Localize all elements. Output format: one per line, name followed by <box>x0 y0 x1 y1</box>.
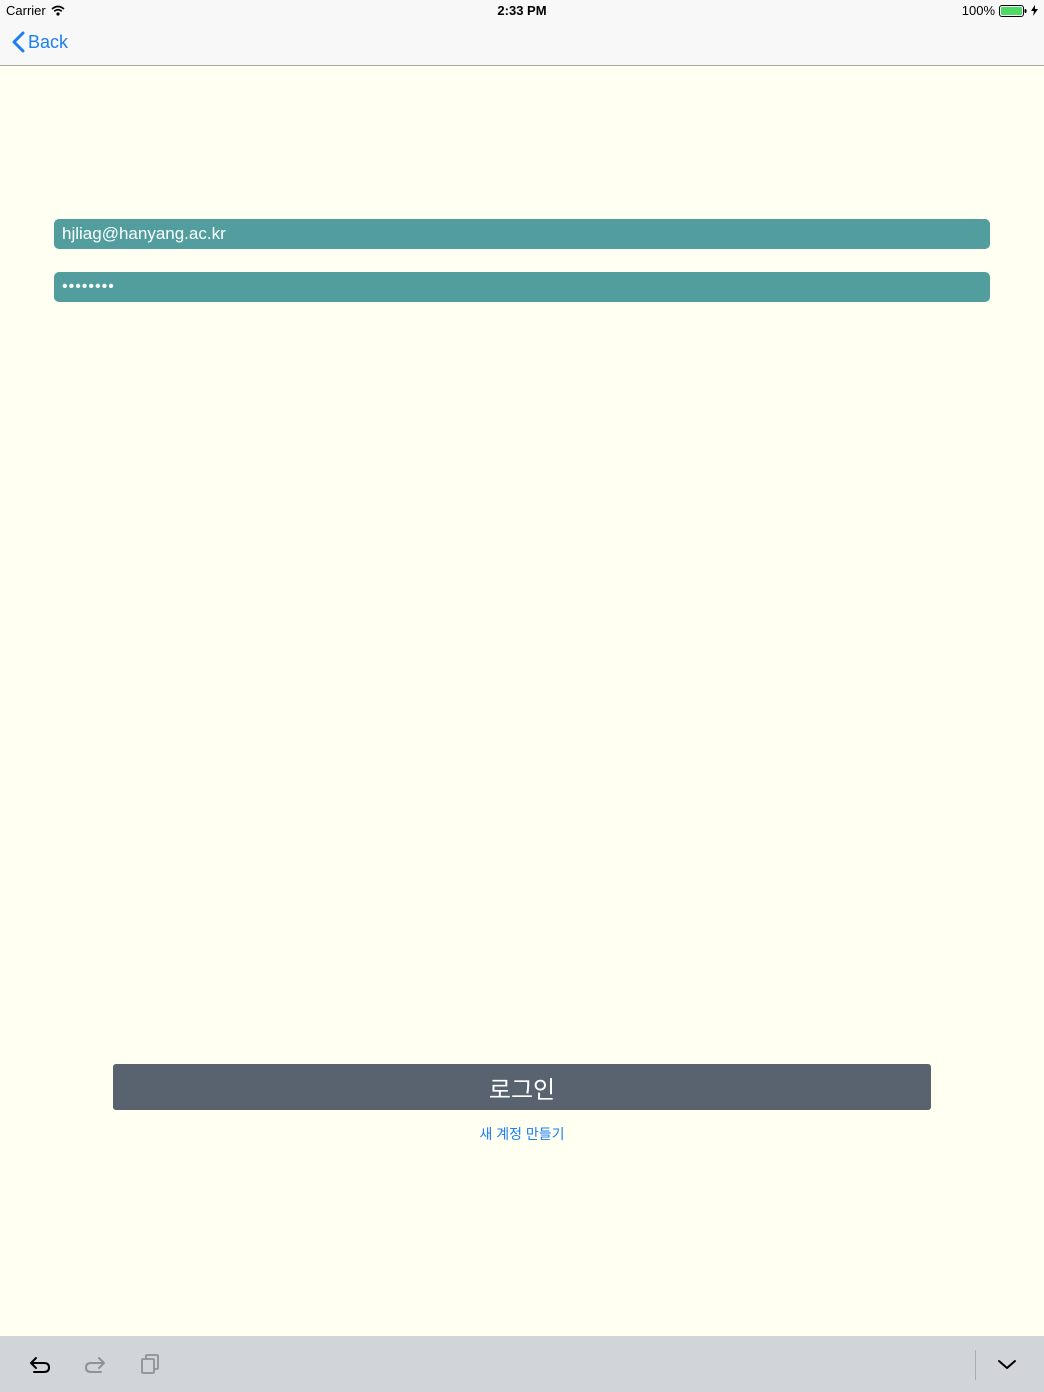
chevron-left-icon <box>12 31 25 53</box>
keyboard-toolbar <box>0 1336 1044 1392</box>
battery-icon <box>999 4 1027 17</box>
status-bar: Carrier 2:33 PM 100% <box>0 0 1044 22</box>
status-time: 2:33 PM <box>497 3 547 18</box>
login-label: 로그인 <box>488 1076 556 1104</box>
charging-bolt-icon <box>1031 5 1038 16</box>
password-field[interactable]: •••••••• <box>54 272 990 302</box>
redo-icon[interactable] <box>83 1352 107 1376</box>
create-account-label: 새 계정 만들기 <box>479 1126 565 1142</box>
password-value: •••••••• <box>62 278 115 295</box>
battery-percent: 100% <box>961 3 995 18</box>
keyboard-dismiss-icon[interactable] <box>995 1352 1019 1376</box>
navigation-bar: Back <box>0 22 1044 66</box>
toolbar-divider <box>975 1350 976 1380</box>
email-field[interactable]: hjliag@hanyang.ac.kr <box>54 219 990 249</box>
back-button[interactable]: Back <box>12 31 68 53</box>
paste-icon[interactable] <box>139 1352 163 1376</box>
back-label: Back <box>28 31 69 52</box>
email-value: hjliag@hanyang.ac.kr <box>62 224 226 243</box>
undo-icon[interactable] <box>28 1352 52 1376</box>
login-button[interactable]: 로그인 <box>113 1064 931 1110</box>
create-account-link[interactable]: 새 계정 만들기 <box>0 1124 1044 1144</box>
battery-group: 100% <box>962 3 1038 18</box>
